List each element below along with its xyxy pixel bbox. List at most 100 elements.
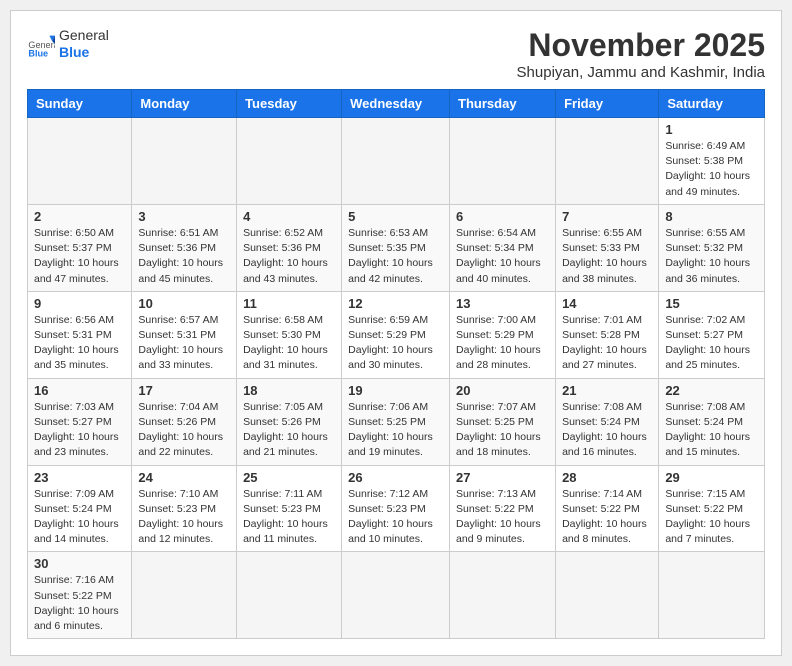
weekday-header-wednesday: Wednesday xyxy=(342,90,450,118)
calendar-cell: 3Sunrise: 6:51 AM Sunset: 5:36 PM Daylig… xyxy=(132,204,237,291)
calendar-cell: 9 Sunrise: 6:56 AM Sunset: 5:31 PM Daylig… xyxy=(28,291,132,378)
day-info: Sunrise: 7:16 AM Sunset: 5:22 PM Dayligh… xyxy=(34,573,125,634)
day-number: 6 xyxy=(456,209,549,224)
calendar-cell: 14 Sunrise: 7:01 AM Sunset: 5:28 PM Dayli… xyxy=(556,291,659,378)
calendar-table: SundayMondayTuesdayWednesdayThursdayFrid… xyxy=(27,89,765,639)
day-number: 13 xyxy=(456,296,549,311)
calendar-cell: 21Sunrise: 7:08 AM Sunset: 5:24 PM Dayli… xyxy=(556,378,659,465)
day-info: Sunrise: 7:09 AM Sunset: 5:24 PM Dayligh… xyxy=(34,487,125,548)
calendar-cell: 22Sunrise: 7:08 AM Sunset: 5:24 PM Dayli… xyxy=(659,378,765,465)
day-number: 22 xyxy=(665,383,758,398)
calendar-cell: 8 Sunrise: 6:55 AM Sunset: 5:32 PM Daylig… xyxy=(659,204,765,291)
day-number: 28 xyxy=(562,470,652,485)
location-subtitle: Shupiyan, Jammu and Kashmir, India xyxy=(517,64,765,81)
day-info: Sunrise: 6:54 AM Sunset: 5:34 PM Dayligh… xyxy=(456,226,549,287)
day-info: Sunrise: 7:05 AM Sunset: 5:26 PM Dayligh… xyxy=(243,400,335,461)
weekday-header-monday: Monday xyxy=(132,90,237,118)
day-info: Sunrise: 6:49 AM Sunset: 5:38 PM Dayligh… xyxy=(665,139,758,200)
calendar-cell: 20Sunrise: 7:07 AM Sunset: 5:25 PM Dayli… xyxy=(450,378,556,465)
day-info: Sunrise: 6:58 AM Sunset: 5:30 PM Dayligh… xyxy=(243,313,335,374)
calendar-cell: 5 Sunrise: 6:53 AM Sunset: 5:35 PM Daylig… xyxy=(342,204,450,291)
calendar-cell: 1 Sunrise: 6:49 AM Sunset: 5:38 PM Daylig… xyxy=(659,118,765,205)
day-number: 5 xyxy=(348,209,443,224)
calendar-cell: 10Sunrise: 6:57 AM Sunset: 5:31 PM Dayli… xyxy=(132,291,237,378)
calendar-cell: 2 Sunrise: 6:50 AM Sunset: 5:37 PM Daylig… xyxy=(28,204,132,291)
calendar-cell: 17Sunrise: 7:04 AM Sunset: 5:26 PM Dayli… xyxy=(132,378,237,465)
weekday-header-sunday: Sunday xyxy=(28,90,132,118)
day-info: Sunrise: 6:57 AM Sunset: 5:31 PM Dayligh… xyxy=(138,313,230,374)
day-number: 23 xyxy=(34,470,125,485)
calendar-cell: 29 Sunrise: 7:15 AM Sunset: 5:22 PM Dayli… xyxy=(659,465,765,552)
day-number: 18 xyxy=(243,383,335,398)
calendar-cell xyxy=(237,118,342,205)
day-number: 19 xyxy=(348,383,443,398)
calendar-cell xyxy=(556,552,659,639)
weekday-header-row: SundayMondayTuesdayWednesdayThursdayFrid… xyxy=(28,90,765,118)
day-number: 4 xyxy=(243,209,335,224)
day-number: 1 xyxy=(665,122,758,137)
week-row-1: 1 Sunrise: 6:49 AM Sunset: 5:38 PM Daylig… xyxy=(28,118,765,205)
logo-text: General Blue xyxy=(59,27,109,61)
calendar-cell: 24Sunrise: 7:10 AM Sunset: 5:23 PM Dayli… xyxy=(132,465,237,552)
day-info: Sunrise: 7:15 AM Sunset: 5:22 PM Dayligh… xyxy=(665,487,758,548)
weekday-header-tuesday: Tuesday xyxy=(237,90,342,118)
calendar-cell: 23 Sunrise: 7:09 AM Sunset: 5:24 PM Dayli… xyxy=(28,465,132,552)
day-info: Sunrise: 7:06 AM Sunset: 5:25 PM Dayligh… xyxy=(348,400,443,461)
day-number: 7 xyxy=(562,209,652,224)
day-number: 17 xyxy=(138,383,230,398)
day-info: Sunrise: 6:55 AM Sunset: 5:32 PM Dayligh… xyxy=(665,226,758,287)
day-number: 16 xyxy=(34,383,125,398)
calendar-cell: 11 Sunrise: 6:58 AM Sunset: 5:30 PM Dayli… xyxy=(237,291,342,378)
day-number: 29 xyxy=(665,470,758,485)
day-info: Sunrise: 7:11 AM Sunset: 5:23 PM Dayligh… xyxy=(243,487,335,548)
day-info: Sunrise: 6:50 AM Sunset: 5:37 PM Dayligh… xyxy=(34,226,125,287)
day-info: Sunrise: 6:55 AM Sunset: 5:33 PM Dayligh… xyxy=(562,226,652,287)
title-area: November 2025 Shupiyan, Jammu and Kashmi… xyxy=(517,27,765,81)
week-row-3: 9 Sunrise: 6:56 AM Sunset: 5:31 PM Daylig… xyxy=(28,291,765,378)
day-info: Sunrise: 7:14 AM Sunset: 5:22 PM Dayligh… xyxy=(562,487,652,548)
calendar-cell: 6 Sunrise: 6:54 AM Sunset: 5:34 PM Daylig… xyxy=(450,204,556,291)
day-info: Sunrise: 6:59 AM Sunset: 5:29 PM Dayligh… xyxy=(348,313,443,374)
day-number: 15 xyxy=(665,296,758,311)
calendar-cell: 27Sunrise: 7:13 AM Sunset: 5:22 PM Dayli… xyxy=(450,465,556,552)
calendar-cell: 18 Sunrise: 7:05 AM Sunset: 5:26 PM Dayli… xyxy=(237,378,342,465)
day-info: Sunrise: 6:52 AM Sunset: 5:36 PM Dayligh… xyxy=(243,226,335,287)
calendar-cell: 26Sunrise: 7:12 AM Sunset: 5:23 PM Dayli… xyxy=(342,465,450,552)
calendar-cell: 13 Sunrise: 7:00 AM Sunset: 5:29 PM Dayli… xyxy=(450,291,556,378)
day-number: 20 xyxy=(456,383,549,398)
day-number: 14 xyxy=(562,296,652,311)
calendar-cell: 19 Sunrise: 7:06 AM Sunset: 5:25 PM Dayli… xyxy=(342,378,450,465)
calendar-cell xyxy=(556,118,659,205)
calendar-cell xyxy=(450,118,556,205)
calendar-cell: 30 Sunrise: 7:16 AM Sunset: 5:22 PM Dayli… xyxy=(28,552,132,639)
day-number: 11 xyxy=(243,296,335,311)
calendar-cell xyxy=(132,552,237,639)
weekday-header-friday: Friday xyxy=(556,90,659,118)
day-number: 26 xyxy=(348,470,443,485)
calendar-cell: 28 Sunrise: 7:14 AM Sunset: 5:22 PM Dayli… xyxy=(556,465,659,552)
calendar-cell: 12Sunrise: 6:59 AM Sunset: 5:29 PM Dayli… xyxy=(342,291,450,378)
day-info: Sunrise: 6:53 AM Sunset: 5:35 PM Dayligh… xyxy=(348,226,443,287)
day-number: 2 xyxy=(34,209,125,224)
calendar-cell xyxy=(28,118,132,205)
day-number: 30 xyxy=(34,556,125,571)
logo: General Blue General Blue xyxy=(27,27,109,61)
day-info: Sunrise: 6:56 AM Sunset: 5:31 PM Dayligh… xyxy=(34,313,125,374)
day-number: 9 xyxy=(34,296,125,311)
calendar-container: General Blue General Blue November 2025 … xyxy=(10,10,782,656)
calendar-cell: 16Sunrise: 7:03 AM Sunset: 5:27 PM Dayli… xyxy=(28,378,132,465)
calendar-cell: 4 Sunrise: 6:52 AM Sunset: 5:36 PM Daylig… xyxy=(237,204,342,291)
calendar-cell: 7 Sunrise: 6:55 AM Sunset: 5:33 PM Daylig… xyxy=(556,204,659,291)
day-number: 25 xyxy=(243,470,335,485)
calendar-cell xyxy=(342,118,450,205)
svg-text:Blue: Blue xyxy=(28,48,48,57)
day-number: 27 xyxy=(456,470,549,485)
day-info: Sunrise: 7:01 AM Sunset: 5:28 PM Dayligh… xyxy=(562,313,652,374)
week-row-6: 30 Sunrise: 7:16 AM Sunset: 5:22 PM Dayli… xyxy=(28,552,765,639)
day-info: Sunrise: 7:00 AM Sunset: 5:29 PM Dayligh… xyxy=(456,313,549,374)
weekday-header-saturday: Saturday xyxy=(659,90,765,118)
calendar-cell xyxy=(659,552,765,639)
day-number: 3 xyxy=(138,209,230,224)
day-number: 8 xyxy=(665,209,758,224)
calendar-cell xyxy=(450,552,556,639)
